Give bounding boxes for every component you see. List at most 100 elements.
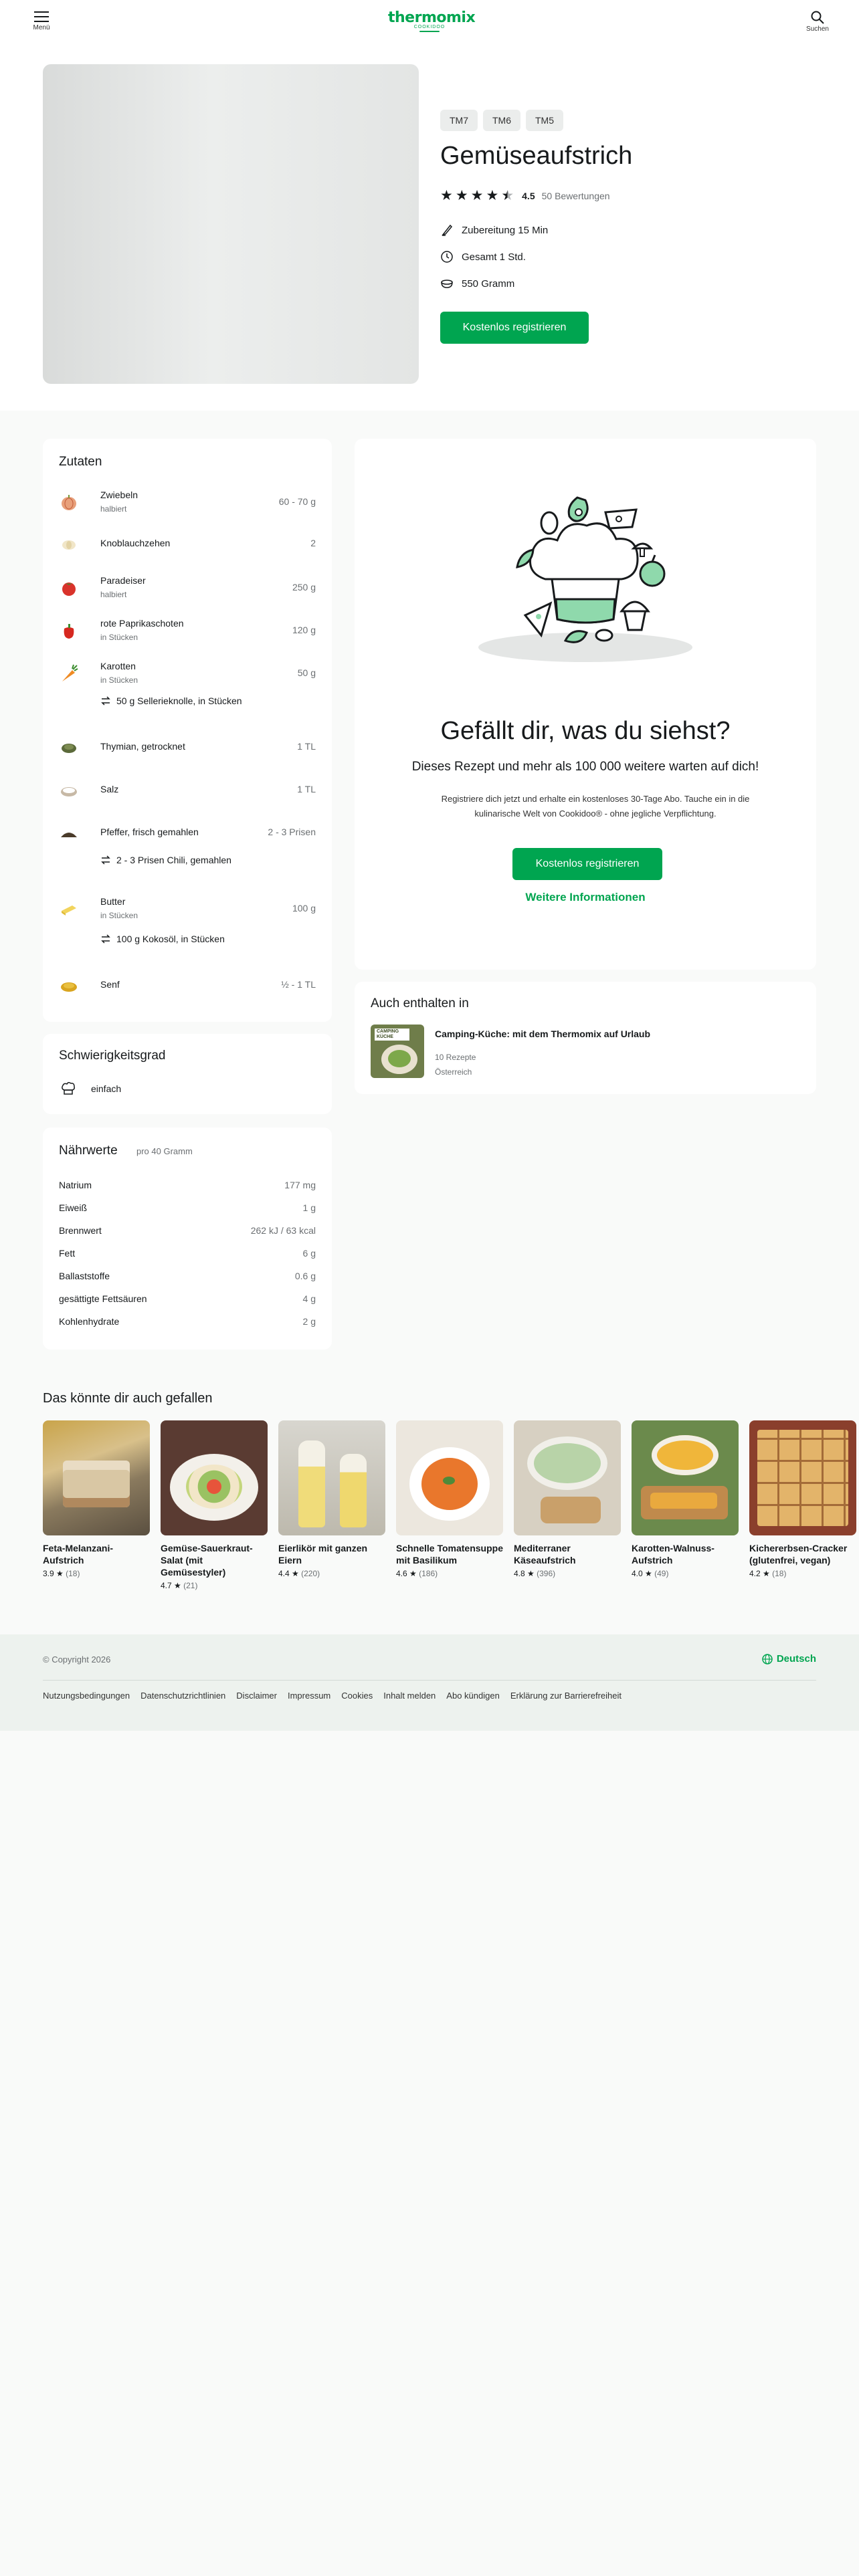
butter-icon bbox=[62, 905, 76, 916]
menu-button[interactable]: Menü bbox=[21, 11, 62, 31]
recipe-card[interactable]: Karotten-Walnuss-Aufstrich 4.0 ★ (49) bbox=[632, 1420, 739, 1578]
garlic-icon bbox=[62, 540, 76, 550]
star-icon: ★ bbox=[763, 1569, 770, 1578]
footer-link-imprint[interactable]: Impressum bbox=[288, 1691, 330, 1701]
swap-icon bbox=[101, 696, 110, 706]
promo-register-button[interactable]: Kostenlos registrieren bbox=[512, 848, 662, 880]
recipe-card-rating: 4.7 ★ (21) bbox=[161, 1581, 198, 1590]
recipe-card-title: Schnelle Tomatensuppe mit Basilikum bbox=[396, 1543, 503, 1566]
recipe-card-rating: 4.0 ★ (49) bbox=[632, 1569, 669, 1578]
ingredient-name: Pfeffer, frisch gemahlen bbox=[100, 827, 199, 837]
ingredient-name: Zwiebeln bbox=[100, 490, 138, 500]
ingredient-note: in Stücken bbox=[100, 675, 138, 685]
register-button[interactable]: Kostenlos registrieren bbox=[440, 312, 589, 344]
salt-icon bbox=[61, 787, 77, 796]
thermomix-logo[interactable]: thermomix COOKIDOO bbox=[388, 9, 476, 32]
device-chip-tm5: TM5 bbox=[526, 110, 563, 131]
onion-icon bbox=[62, 495, 76, 510]
promo-title: Gefällt dir, was du siehst? bbox=[440, 717, 731, 745]
prep-time-text: Zubereitung 15 Min bbox=[462, 224, 549, 236]
footer-link-privacy[interactable]: Datenschutzrichtlinien bbox=[140, 1691, 225, 1701]
footer-link-accessibility[interactable]: Erklärung zur Barrierefreiheit bbox=[510, 1691, 622, 1701]
alternative-text: 100 g Kokosöl, in Stücken bbox=[116, 934, 225, 944]
ingredients-title: Zutaten bbox=[59, 455, 102, 469]
nutrition-label: Eiweiß bbox=[59, 1202, 88, 1213]
star-icon: ★ bbox=[440, 188, 453, 203]
footer-link-report[interactable]: Inhalt melden bbox=[383, 1691, 436, 1701]
language-selector[interactable]: Deutsch bbox=[762, 1653, 816, 1665]
nutrition-per: pro 40 Gramm bbox=[136, 1146, 193, 1156]
prep-time: Zubereitung 15 Min bbox=[440, 223, 548, 237]
ingredient-alternative[interactable]: 50 g Sellerieknolle, in Stücken bbox=[100, 695, 242, 706]
ingredient-row: rote Paprikaschoten in Stücken 120 g bbox=[59, 618, 316, 647]
ingredient-qty: 100 g bbox=[292, 903, 316, 914]
footer-link-cookies[interactable]: Cookies bbox=[341, 1691, 373, 1701]
star-icon: ★ bbox=[56, 1569, 64, 1578]
ingredient-name: Salz bbox=[100, 784, 119, 794]
bowl-icon bbox=[441, 280, 453, 288]
collection-count: 10 Rezepte bbox=[435, 1053, 476, 1062]
recipe-card[interactable]: Feta-Melanzani-Aufstrich 3.9 ★ (18) bbox=[43, 1420, 150, 1578]
footer-link-cancel[interactable]: Abo kündigen bbox=[446, 1691, 500, 1701]
nutrition-value: 4 g bbox=[302, 1293, 316, 1304]
thumbnail-food bbox=[388, 1050, 411, 1067]
ingredient-qty: 50 g bbox=[297, 667, 316, 678]
yield: 550 Gramm bbox=[440, 277, 514, 290]
collection-thumbnail[interactable]: CAMPING KÜCHE bbox=[371, 1025, 424, 1078]
carrot-icon bbox=[62, 664, 78, 681]
site-footer: © Copyright 2026 Deutsch Nutzungsbedingu… bbox=[0, 1634, 859, 1731]
recipe-card[interactable]: Eierlikör mit ganzen Eiern 4.4 ★ (220) bbox=[278, 1420, 385, 1578]
device-chips: TM7 TM6 TM5 bbox=[440, 110, 563, 131]
recipe-card-rating: 4.4 ★ (220) bbox=[278, 1569, 320, 1578]
star-icon: ★ bbox=[409, 1569, 417, 1578]
search-icon bbox=[811, 11, 824, 24]
footer-links: Nutzungsbedingungen Datenschutzrichtlini… bbox=[43, 1691, 622, 1701]
ingredient-alternative[interactable]: 2 - 3 Prisen Chili, gemahlen bbox=[100, 855, 231, 865]
ingredient-name: rote Paprikaschoten bbox=[100, 618, 184, 629]
footer-link-disclaimer[interactable]: Disclaimer bbox=[236, 1691, 277, 1701]
nutrition-label: Ballaststoffe bbox=[59, 1271, 110, 1281]
recipe-card[interactable]: Mediterraner Käseaufstrich 4.8 ★ (396) bbox=[514, 1420, 621, 1578]
recommendations-title: Das könnte dir auch gefallen bbox=[43, 1391, 213, 1406]
copyright: © Copyright 2026 bbox=[43, 1654, 111, 1665]
recipe-card-image bbox=[278, 1420, 385, 1535]
total-time: Gesamt 1 Std. bbox=[440, 250, 526, 263]
alternative-text: 50 g Sellerieknolle, in Stücken bbox=[116, 695, 242, 706]
ingredient-qty: 1 TL bbox=[297, 784, 316, 794]
ingredient-row: Pfeffer, frisch gemahlen 2 - 3 Prisen bbox=[59, 827, 316, 843]
ingredient-name: Butter bbox=[100, 896, 126, 907]
thyme-icon bbox=[62, 744, 76, 753]
tomato-icon bbox=[62, 582, 76, 596]
recipe-card-image bbox=[632, 1420, 739, 1535]
recipe-card[interactable]: Gemüse-Sauerkraut-Salat (mit Gemüsestyle… bbox=[161, 1420, 268, 1590]
footer-link-terms[interactable]: Nutzungsbedingungen bbox=[43, 1691, 130, 1701]
star-icon: ★ bbox=[292, 1569, 299, 1578]
ingredients-card: Zutaten Zwiebeln halbiert 60 - 70 g Knob… bbox=[43, 439, 332, 1022]
nutrition-title: Nährwerte bbox=[59, 1144, 118, 1158]
ingredient-name: Thymian, getrocknet bbox=[100, 741, 185, 752]
recipe-card[interactable]: Schnelle Tomatensuppe mit Basilikum 4.6 … bbox=[396, 1420, 503, 1578]
more-info-link[interactable]: Weitere Informationen bbox=[355, 891, 816, 904]
recipe-card-image bbox=[749, 1420, 856, 1535]
ingredient-name: Paradeiser bbox=[100, 575, 146, 586]
difficulty-value: einfach bbox=[91, 1083, 122, 1094]
ingredient-name: Senf bbox=[100, 979, 120, 990]
recipe-card[interactable]: Kichererbsen-Cracker (glutenfrei, vegan)… bbox=[749, 1420, 856, 1578]
recipe-hero: TM7 TM6 TM5 Gemüseaufstrich ★ ★ ★ ★ ★ 4.… bbox=[0, 51, 859, 411]
nutrition-label: Fett bbox=[59, 1248, 76, 1259]
thumbnail-text: CAMPING KÜCHE bbox=[375, 1029, 409, 1041]
ingredient-row: Salz 1 TL bbox=[59, 784, 316, 800]
ingredient-row: Zwiebeln halbiert 60 - 70 g bbox=[59, 490, 316, 519]
rating-row[interactable]: ★ ★ ★ ★ ★ 4.5 50 Bewertungen bbox=[440, 189, 610, 203]
collection-link[interactable]: Camping-Küche: mit dem Thermomix auf Url… bbox=[435, 1029, 650, 1039]
ingredient-alternative[interactable]: 100 g Kokosöl, in Stücken bbox=[100, 934, 225, 944]
alternative-text: 2 - 3 Prisen Chili, gemahlen bbox=[116, 855, 231, 865]
search-button[interactable]: Suchen bbox=[797, 11, 838, 33]
ingredient-qty: 2 - 3 Prisen bbox=[268, 827, 316, 837]
footer-divider bbox=[43, 1680, 816, 1681]
ground-pepper-icon bbox=[61, 833, 77, 837]
recipe-card-rating: 4.2 ★ (18) bbox=[749, 1569, 787, 1578]
promo-text: Registriere dich jetzt und erhalte ein k… bbox=[441, 794, 750, 819]
ingredient-qty: 120 g bbox=[292, 625, 316, 635]
ingredient-row: Karotten in Stücken 50 g bbox=[59, 661, 316, 690]
